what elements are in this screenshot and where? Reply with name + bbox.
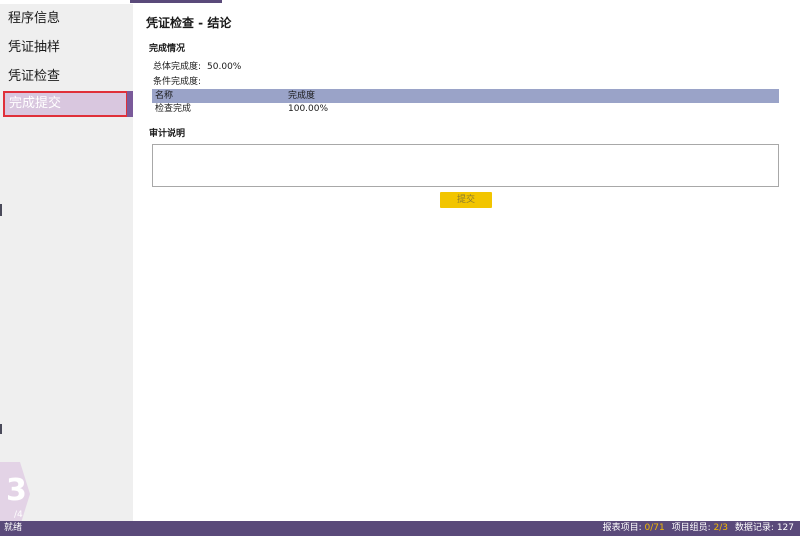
sidebar-item-label: 完成提交 — [9, 96, 62, 111]
column-header-completion[interactable]: 完成度 — [288, 89, 315, 103]
column-header-name[interactable]: 名称 — [155, 89, 173, 103]
submit-button[interactable]: 提交 — [440, 192, 492, 208]
group-members-value: 2/3 — [713, 523, 729, 533]
overall-completion: 总体完成度: 50.00% — [153, 59, 241, 72]
cell-name: 检查完成 — [155, 104, 192, 114]
overall-completion-value: 50.00% — [207, 62, 242, 72]
report-items-value: 0/71 — [644, 523, 665, 533]
data-records-label: 数据记录: — [734, 523, 774, 533]
status-text: 就绪 — [4, 523, 23, 533]
sidebar: 程序信息 凭证抽样 凭证检查 完成提交 3 /4 — [0, 4, 133, 526]
table-row[interactable]: 检查完成 100.00% — [152, 103, 779, 115]
overall-completion-label: 总体完成度: — [153, 62, 202, 72]
data-records-value: 127 — [776, 523, 794, 533]
step-current: 3 — [6, 473, 27, 508]
sidebar-item-label: 程序信息 — [8, 11, 61, 26]
step-badge: 3 /4 — [0, 462, 30, 526]
page-title: 凭证检查 - 结论 — [146, 16, 232, 30]
table-header: 名称 完成度 — [152, 89, 779, 103]
condition-completion: 条件完成度: — [153, 74, 201, 87]
sidebar-item-complete-submit[interactable]: 完成提交 — [3, 91, 128, 117]
status-bar: 就绪 报表项目: 0/71 项目组员: 2/3 数据记录: 127 — [0, 521, 800, 536]
sidebar-item-label: 凭证抽样 — [8, 40, 61, 55]
status-right: 报表项目: 0/71 项目组员: 2/3 数据记录: 127 — [603, 521, 794, 536]
cell-completion: 100.00% — [288, 104, 329, 114]
sidebar-item-voucher-check[interactable]: 凭证检查 — [0, 62, 133, 91]
main-panel: 凭证检查 - 结论 完成情况 总体完成度: 50.00% 条件完成度: 名称 完成… — [133, 4, 800, 521]
sidebar-item-program-info[interactable]: 程序信息 — [0, 4, 133, 33]
sidebar-item-voucher-sampling[interactable]: 凭证抽样 — [0, 33, 133, 62]
completion-heading: 完成情况 — [149, 44, 186, 54]
edge-tick — [0, 424, 2, 434]
completion-table: 名称 完成度 检查完成 100.00% — [152, 89, 779, 115]
report-items-label: 报表项目: — [602, 523, 642, 533]
condition-completion-label: 条件完成度: — [153, 77, 202, 87]
group-members-label: 项目组员: — [671, 523, 711, 533]
top-accent — [130, 0, 222, 3]
step-total: /4 — [14, 510, 23, 520]
audit-heading: 审计说明 — [149, 129, 186, 139]
sidebar-item-label: 凭证检查 — [8, 69, 61, 84]
edge-tick — [0, 204, 2, 216]
audit-notes-input[interactable] — [152, 144, 779, 187]
